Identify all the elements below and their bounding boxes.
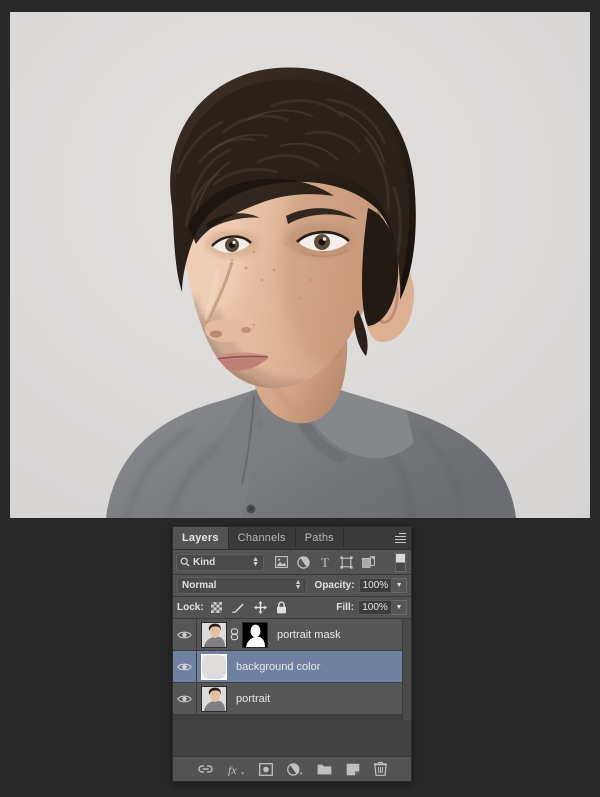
blend-mode-value: Normal [182,580,217,591]
fill-group[interactable]: Fill: 100% ▼ [328,600,407,615]
layer-thumbnails-background-color[interactable] [201,653,227,680]
layer-thumbnails-portrait-mask[interactable] [201,621,268,648]
new-layer-icon[interactable] [346,763,360,776]
mask-link-icon[interactable] [230,628,239,641]
tab-layers-label: Layers [182,532,219,544]
filter-type-layers-icon[interactable]: T [319,556,331,569]
opacity-label: Opacity: [314,580,355,591]
opacity-value: 100% [362,580,389,591]
tab-channels[interactable]: Channels [228,527,296,549]
opacity-stepper[interactable]: ▼ [392,578,407,593]
tab-layers[interactable]: Layers [173,527,229,549]
layer-thumbnail-portrait-mask[interactable] [201,621,227,648]
lock-row[interactable]: Lock: Fill: 100% ▼ [173,597,411,619]
layer-name-portrait[interactable]: portrait [236,693,270,705]
layers-list-scrollbar[interactable] [402,619,411,720]
eye-icon [177,663,192,670]
lock-icons-group[interactable] [210,601,287,614]
portrait-photo [10,12,590,518]
tab-strip-filler [343,527,389,549]
svg-text:fx: fx [228,763,237,776]
fill-input[interactable]: 100% [358,600,392,615]
layer-thumbnail-portrait[interactable] [201,685,227,712]
layer-name-background-color[interactable]: background color [236,661,320,673]
fill-label: Fill: [336,602,354,613]
opacity-input[interactable]: 100% [358,578,393,593]
layer-row-portrait[interactable]: portrait [173,683,411,715]
tab-channels-label: Channels [237,532,286,544]
layers-list-empty-space [173,715,411,720]
eye-icon [177,631,192,638]
svg-text:T: T [321,556,329,569]
layer-thumbnail-background-color[interactable] [201,653,227,680]
layer-style-fx-icon[interactable]: fx [227,763,245,776]
filter-enable-toggle[interactable] [395,552,406,572]
lock-label: Lock: [177,602,204,613]
layer-visibility-toggle-portrait[interactable] [173,683,197,714]
layers-panel[interactable]: Layers Channels Paths Kind ▲ ▼ T Normal … [172,526,412,782]
lock-position-icon[interactable] [253,601,267,614]
layer-thumbnails-portrait[interactable] [201,685,227,712]
layer-name-portrait-mask[interactable]: portrait mask [277,629,341,641]
fill-value: 100% [362,602,388,613]
layer-filter-row[interactable]: Kind ▲ ▼ T [173,550,411,575]
panel-menu-icon[interactable] [389,527,411,549]
layer-row-background-color[interactable]: background color [173,651,411,683]
layer-row-portrait-mask[interactable]: portrait mask [173,619,411,651]
panel-tab-strip[interactable]: Layers Channels Paths [173,527,411,550]
document-canvas[interactable] [10,12,590,518]
filter-shape-layers-icon[interactable] [340,555,353,569]
fill-stepper[interactable]: ▼ [392,600,407,615]
add-layer-mask-icon[interactable] [258,762,273,776]
new-group-icon[interactable] [317,763,332,775]
filter-kind-label: Kind [193,556,216,568]
layer-visibility-toggle-portrait-mask[interactable] [173,619,197,650]
lock-transparent-pixels-icon[interactable] [210,602,222,613]
tab-paths-label: Paths [304,532,334,544]
filter-pixel-layers-icon[interactable] [275,556,288,568]
blend-mode-chevron-icon[interactable]: ▲ ▼ [295,579,302,591]
filter-adjustment-layers-icon[interactable] [297,555,310,569]
lock-all-icon[interactable] [276,601,287,614]
chevron-updown-icon[interactable]: ▲ ▼ [252,556,259,568]
layer-mask-thumbnail-portrait-mask[interactable] [242,621,268,648]
filter-smart-objects-icon[interactable] [362,555,375,569]
tab-paths[interactable]: Paths [295,527,344,549]
filter-kind-select[interactable]: Kind ▲ ▼ [176,553,264,571]
blend-mode-row[interactable]: Normal ▲ ▼ Opacity: 100% ▼ [173,575,411,597]
filter-type-icons[interactable]: T [275,556,375,569]
new-adjustment-layer-icon[interactable] [286,762,303,776]
eye-icon [177,695,192,702]
lock-image-pixels-icon[interactable] [231,602,245,614]
layers-list[interactable]: portrait mask background color portrait [173,619,411,720]
layer-visibility-toggle-background-color[interactable] [173,651,197,682]
blend-mode-select[interactable]: Normal ▲ ▼ [177,577,307,594]
link-layers-icon[interactable] [197,763,213,775]
layers-panel-toolbar[interactable]: fx [173,756,411,781]
delete-layer-icon[interactable] [373,762,387,776]
magnifier-icon [180,557,190,567]
